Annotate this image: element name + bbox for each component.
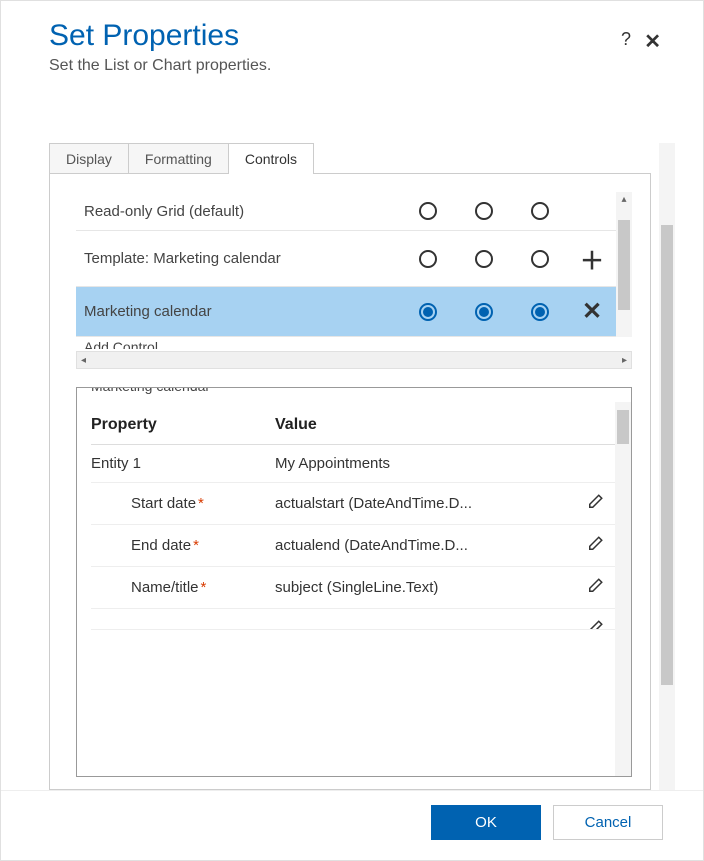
dialog-title: Set Properties xyxy=(49,19,655,53)
radio-tablet[interactable] xyxy=(531,303,549,321)
edit-icon[interactable] xyxy=(586,493,604,514)
edit-icon[interactable] xyxy=(586,619,604,630)
tab-formatting[interactable]: Formatting xyxy=(128,143,229,174)
property-value: actualend (DateAndTime.D... xyxy=(275,537,575,554)
properties-fieldset: Marketing calendar Property Value Entity… xyxy=(76,387,632,777)
edit-icon[interactable] xyxy=(586,535,604,556)
required-icon: * xyxy=(193,537,199,554)
control-label: Read-only Grid (default) xyxy=(84,203,400,220)
controls-horizontal-scrollbar[interactable]: ◂ ▸ xyxy=(76,351,632,369)
property-row-name-title: Name/title* subject (SingleLine.Text) xyxy=(91,567,615,609)
fieldset-legend: Marketing calendar xyxy=(87,387,214,394)
radio-web[interactable] xyxy=(419,250,437,268)
required-icon: * xyxy=(198,495,204,512)
property-row-partial xyxy=(91,609,615,630)
col-value: Value xyxy=(275,416,615,434)
page-vertical-scrollbar[interactable] xyxy=(659,143,675,790)
properties-header: Property Value xyxy=(91,402,615,445)
close-icon[interactable]: ✕ xyxy=(644,29,661,54)
control-row-template[interactable]: Template: Marketing calendar ＋ xyxy=(76,231,616,287)
edit-icon[interactable] xyxy=(586,577,604,598)
dialog-footer: OK Cancel xyxy=(1,790,703,860)
control-row-marketing-calendar[interactable]: Marketing calendar ✕ xyxy=(76,287,616,337)
property-value: subject (SingleLine.Text) xyxy=(275,579,575,596)
radio-web[interactable] xyxy=(419,202,437,220)
radio-tablet[interactable] xyxy=(531,202,549,220)
tabs: Display Formatting Controls xyxy=(49,143,651,174)
control-label: Marketing calendar xyxy=(84,303,400,320)
property-name: Name/title* xyxy=(91,579,275,596)
help-icon[interactable]: ? xyxy=(621,29,631,50)
dialog-subtitle: Set the List or Chart properties. xyxy=(49,57,655,75)
scroll-thumb[interactable] xyxy=(617,410,629,444)
radio-tablet[interactable] xyxy=(531,250,549,268)
scroll-up-icon[interactable]: ▴ xyxy=(616,194,632,205)
content-area: Display Formatting Controls Read-only Gr… xyxy=(1,87,703,790)
property-name: Entity 1 xyxy=(91,455,275,472)
set-properties-dialog: Set Properties Set the List or Chart pro… xyxy=(0,0,704,861)
controls-table: Read-only Grid (default) Template: Marke… xyxy=(76,192,632,337)
cancel-button[interactable]: Cancel xyxy=(553,805,663,840)
radio-phone[interactable] xyxy=(475,250,493,268)
scroll-thumb[interactable] xyxy=(661,225,673,685)
radio-phone[interactable] xyxy=(475,202,493,220)
property-name: End date* xyxy=(91,537,275,554)
scroll-right-icon[interactable]: ▸ xyxy=(618,355,631,366)
tab-body: Read-only Grid (default) Template: Marke… xyxy=(49,173,651,790)
remove-icon[interactable]: ✕ xyxy=(568,297,616,326)
control-label: Template: Marketing calendar xyxy=(84,250,400,267)
scroll-thumb[interactable] xyxy=(618,220,630,310)
properties-vertical-scrollbar[interactable] xyxy=(615,402,631,776)
scroll-left-icon[interactable]: ◂ xyxy=(77,355,90,366)
controls-vertical-scrollbar[interactable]: ▴ xyxy=(616,192,632,337)
property-value: My Appointments xyxy=(275,455,575,472)
radio-web[interactable] xyxy=(419,303,437,321)
tab-controls[interactable]: Controls xyxy=(228,143,314,174)
property-row-entity1: Entity 1 My Appointments xyxy=(91,445,615,483)
radio-phone[interactable] xyxy=(475,303,493,321)
control-row-readonly-grid[interactable]: Read-only Grid (default) xyxy=(76,192,616,231)
property-value: actualstart (DateAndTime.D... xyxy=(275,495,575,512)
required-icon: * xyxy=(201,579,207,596)
col-property: Property xyxy=(91,416,275,434)
plus-icon[interactable]: ＋ xyxy=(568,241,616,276)
add-control-link[interactable]: Add Control... xyxy=(76,337,632,349)
property-row-end-date: End date* actualend (DateAndTime.D... xyxy=(91,525,615,567)
tab-display[interactable]: Display xyxy=(49,143,129,174)
property-row-start-date: Start date* actualstart (DateAndTime.D..… xyxy=(91,483,615,525)
ok-button[interactable]: OK xyxy=(431,805,541,840)
property-name: Start date* xyxy=(91,495,275,512)
dialog-header: Set Properties Set the List or Chart pro… xyxy=(1,1,703,87)
